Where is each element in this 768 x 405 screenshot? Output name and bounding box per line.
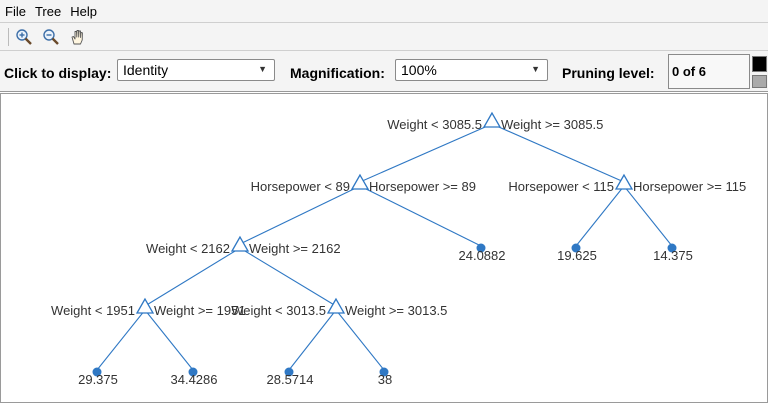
menu-tree[interactable]: Tree [31, 4, 65, 19]
split-label-right: Horsepower >= 89 [369, 179, 476, 194]
pruning-level-field[interactable]: 0 of 6 [668, 54, 750, 89]
menu-file[interactable]: File [1, 4, 30, 19]
magnification-label: Magnification: [290, 65, 385, 81]
display-label: Click to display: [4, 65, 112, 81]
tree-edge [359, 123, 493, 183]
pruning-decrease-button[interactable] [752, 75, 767, 88]
menu-help[interactable]: Help [66, 4, 101, 19]
split-label-left: Horsepower < 89 [251, 179, 350, 194]
display-value: Identity [123, 62, 169, 78]
magnification-value: 100% [401, 62, 437, 78]
leaf-value-label: 38 [378, 372, 392, 387]
split-label-left: Weight < 3013.5 [231, 303, 326, 318]
magnification-select[interactable]: 100% ▼ [395, 59, 548, 81]
split-label-left: Weight < 2162 [146, 241, 230, 256]
leaf-value-label: 29.375 [78, 372, 118, 387]
split-node-icon [482, 111, 502, 128]
display-select[interactable]: Identity ▼ [117, 59, 275, 81]
pruning-label: Pruning level: [562, 65, 655, 81]
pruning-value: 0 of 6 [672, 64, 706, 79]
split-label-left: Horsepower < 115 [508, 179, 614, 194]
classification-tree: Weight < 3085.5 Weight >= 3085.5 Horsepowe… [51, 111, 746, 387]
split-label-left: Weight < 3085.5 [387, 117, 482, 132]
chevron-down-icon: ▼ [258, 64, 267, 74]
tree-edge [239, 185, 361, 245]
split-node-icon [326, 297, 346, 314]
split-node-icon [135, 297, 155, 314]
leaf-value-label: 19.625 [557, 248, 597, 263]
display-controls: Click to display: Identity ▼ Magnificati… [0, 51, 768, 92]
split-label-left: Weight < 1951 [51, 303, 135, 318]
pruning-increase-button[interactable] [752, 56, 767, 72]
split-node-icon [350, 173, 370, 190]
tree-edge [335, 309, 385, 371]
tree-edge [96, 309, 146, 371]
hand-icon [71, 29, 83, 44]
split-label-right: Weight >= 3013.5 [345, 303, 447, 318]
toolbar-separator [8, 27, 9, 46]
zoom-out-button[interactable] [40, 26, 62, 48]
tree-canvas[interactable]: Weight < 3085.5 Weight >= 3085.5 Horsepowe… [0, 93, 768, 403]
tree-edge [239, 247, 337, 307]
tree-edge [359, 185, 482, 247]
zoom-out-icon [43, 28, 59, 45]
tree-edge [575, 185, 625, 247]
toolbar [0, 23, 768, 51]
split-label-right: Horsepower >= 115 [633, 179, 746, 194]
split-node-icon [230, 235, 250, 252]
zoom-in-button[interactable] [13, 26, 35, 48]
zoom-in-icon [16, 28, 32, 45]
split-label-right: Weight >= 2162 [249, 241, 341, 256]
leaf-value-label: 28.5714 [267, 372, 314, 387]
tree-edge [491, 123, 625, 183]
tree-edge [144, 309, 194, 371]
menu-bar: File Tree Help [0, 0, 768, 23]
tree-edge [623, 185, 673, 247]
tree-edge [144, 247, 241, 307]
chevron-down-icon: ▼ [531, 64, 540, 74]
pan-button[interactable] [67, 26, 89, 48]
leaf-value-label: 34.4286 [171, 372, 218, 387]
split-node-icon [614, 173, 634, 190]
split-label-right: Weight >= 3085.5 [501, 117, 603, 132]
leaf-value-label: 24.0882 [459, 248, 506, 263]
leaf-value-label: 14.375 [653, 248, 693, 263]
tree-edge [288, 309, 337, 371]
